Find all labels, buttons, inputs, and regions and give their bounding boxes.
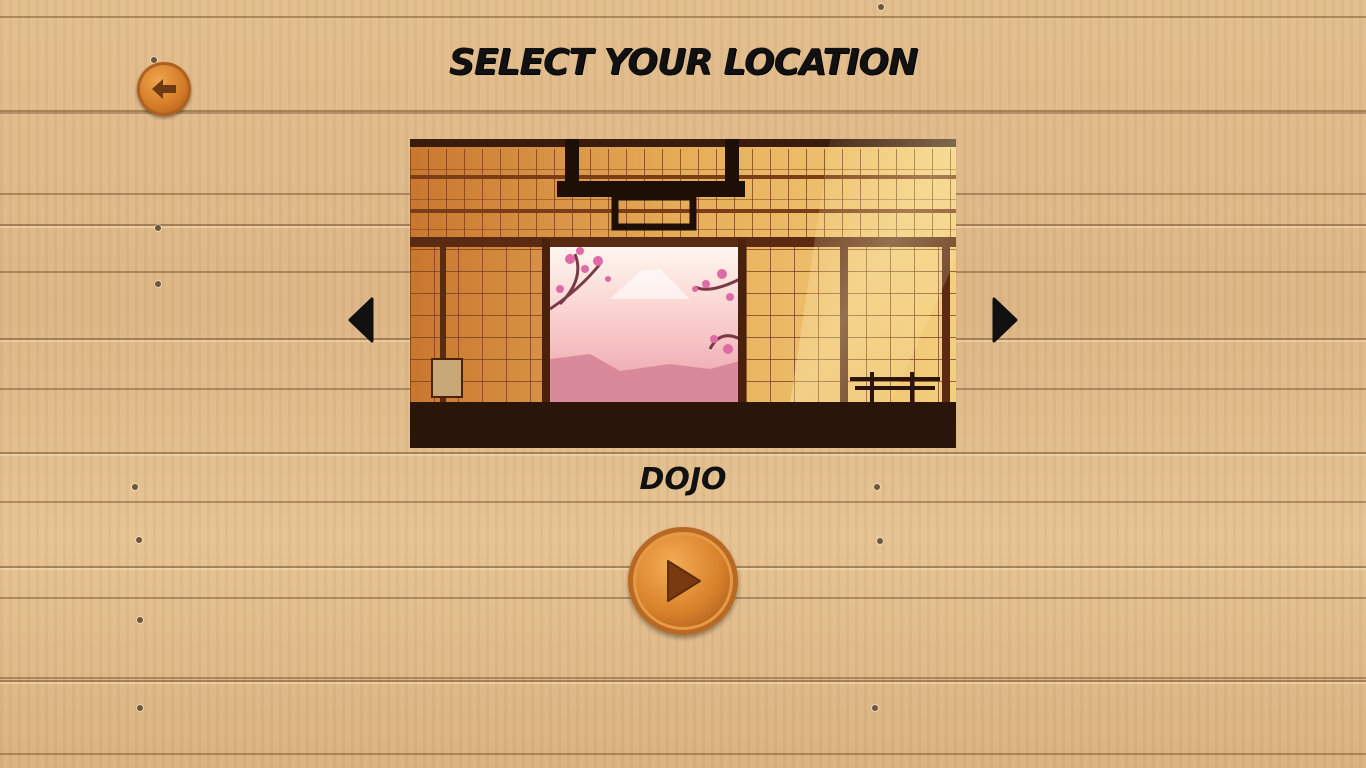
screen-title: SELECT YOUR LOCATION bbox=[448, 42, 918, 83]
location-preview-image bbox=[410, 139, 956, 448]
plank-seam bbox=[0, 112, 1366, 114]
plank-seam bbox=[0, 501, 1366, 503]
plank-seam bbox=[0, 677, 1366, 679]
play-icon bbox=[667, 560, 701, 602]
nail bbox=[872, 705, 878, 711]
previous-location-button[interactable] bbox=[347, 297, 375, 347]
next-location-button[interactable] bbox=[991, 297, 1019, 347]
left-triangle-icon bbox=[348, 297, 374, 343]
nail bbox=[137, 617, 143, 623]
nail bbox=[136, 537, 142, 543]
play-button[interactable] bbox=[628, 527, 738, 635]
nail bbox=[155, 281, 161, 287]
location-name: DOJO bbox=[639, 462, 727, 497]
nail bbox=[878, 4, 884, 10]
plank-seam bbox=[0, 16, 1366, 18]
back-button[interactable] bbox=[137, 62, 191, 116]
nail bbox=[877, 538, 883, 544]
back-arrow-icon bbox=[152, 79, 176, 99]
plank-seam bbox=[0, 753, 1366, 755]
dojo-scene bbox=[410, 139, 956, 448]
nail bbox=[137, 705, 143, 711]
right-triangle-icon bbox=[992, 297, 1018, 343]
nail bbox=[155, 225, 161, 231]
